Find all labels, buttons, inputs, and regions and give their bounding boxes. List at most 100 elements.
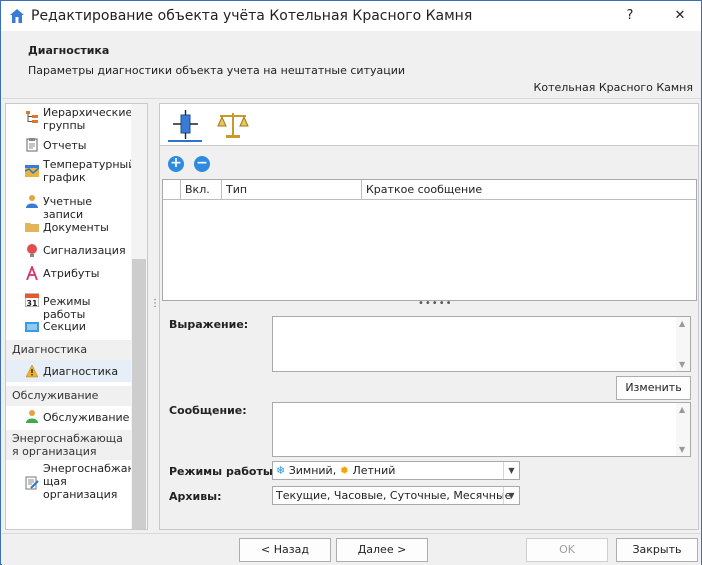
service-person-icon [26, 410, 38, 423]
sidebar-item-label: Диагностика [43, 365, 119, 378]
contract-icon [25, 476, 39, 490]
calendar-icon: 31 [25, 293, 39, 307]
back-button[interactable]: < Назад [239, 538, 331, 562]
page-subtitle: Параметры диагностики объекта учета на н… [28, 64, 406, 77]
report-icon [26, 138, 38, 152]
change-button[interactable]: Изменить [616, 376, 691, 400]
sidebar-item-label: Секции [43, 320, 86, 333]
sidebar-item-modes[interactable]: 31 Режимы работы [6, 292, 132, 321]
sidebar-scroll-thumb[interactable] [132, 259, 146, 529]
sidebar-item-label: Энергоснабжаю [43, 462, 137, 475]
add-icon[interactable]: + [168, 156, 184, 172]
help-button[interactable]: ? [615, 5, 645, 27]
page-title: Диагностика [28, 44, 110, 57]
diagnostics-table: Вкл. Тип Краткое сообщение [162, 179, 697, 301]
sidebar-item-label: Учетные записи [43, 195, 93, 221]
sidebar-item-label: график [43, 171, 86, 184]
sidebar-item-reports[interactable]: Отчеты [6, 138, 132, 154]
sidebar-item-documents[interactable]: Документы [6, 220, 132, 236]
sidebar-scrollbar[interactable] [131, 104, 147, 529]
message-scrollbar[interactable]: ▲ ▼ [676, 403, 690, 456]
warning-icon [25, 364, 39, 378]
sidebar-item-label: Атрибуты [43, 267, 100, 280]
sidebar-item-label: Режимы работы [43, 295, 91, 321]
home-icon [10, 9, 24, 23]
resize-grip[interactable]: ••••• [418, 299, 452, 309]
sidebar-group-diagnostics: Диагностика [6, 340, 132, 360]
close-window-button[interactable]: ✕ [665, 5, 695, 27]
sidebar-item-label: Сигнализация [43, 244, 126, 257]
sidebar-item-alarm[interactable]: Сигнализация [6, 243, 132, 259]
scroll-up-icon[interactable]: ▲ [679, 405, 685, 414]
archives-select[interactable]: Текущие, Часовые, Суточные, Месячные ▼ [272, 486, 520, 505]
object-name: Котельная Красного Камня [533, 81, 693, 94]
column-header-indicator[interactable] [163, 180, 181, 200]
modes-summer-value: Летний [352, 464, 396, 477]
modes-winter-value: Зимний, [288, 464, 337, 477]
sidebar-item-label: Иерархические [43, 106, 133, 119]
sidebar-item-label: Обслуживание [43, 411, 130, 424]
temperature-chart-icon [25, 165, 39, 177]
expression-field[interactable]: ▲ ▼ [272, 316, 691, 372]
user-icon [26, 195, 38, 208]
tab-balance[interactable] [216, 110, 250, 142]
scales-icon [217, 113, 249, 138]
sun-icon: ✹ [339, 464, 349, 477]
sidebar-item-energy[interactable]: Энергоснабжаю щая организация [6, 462, 137, 504]
archives-label: Архивы: [169, 490, 222, 503]
sidebar-item-service[interactable]: Обслуживание [6, 409, 132, 425]
sidebar-item-accounts[interactable]: Учетные записи [6, 194, 132, 221]
sidebar-group-service: Обслуживание [6, 386, 132, 406]
remove-icon[interactable]: − [194, 156, 210, 172]
hierarchy-icon [26, 111, 38, 123]
ok-button[interactable]: OK [526, 538, 608, 562]
sidebar-item-sections[interactable]: Секции [6, 319, 132, 335]
sidebar-item-label: группы [43, 119, 86, 132]
chevron-down-icon[interactable]: ▼ [503, 462, 519, 479]
page-header: Диагностика Параметры диагностики объект… [2, 31, 701, 99]
title-bar: Редактирование объекта учёта Котельная К… [1, 1, 701, 31]
expression-label: Выражение: [169, 318, 249, 331]
sidebar-item-label: организация [43, 488, 118, 501]
close-button[interactable]: Закрыть [616, 538, 698, 562]
sidebar: Иерархические группы Отчеты Температурны… [5, 103, 148, 530]
main-panel: + − Вкл. Тип Краткое сообщение ••••• Выр… [159, 103, 699, 530]
next-button[interactable]: Далее > [336, 538, 428, 562]
footer-bar: < Назад Далее > OK Закрыть [2, 533, 701, 565]
dialog-window: Редактирование объекта учёта Котельная К… [0, 0, 702, 565]
tab-strip [160, 104, 698, 146]
sidebar-item-attributes[interactable]: Атрибуты [6, 266, 132, 282]
window-title: Редактирование объекта учёта Котельная К… [31, 8, 473, 24]
message-field[interactable]: ▲ ▼ [272, 402, 691, 457]
section-icon [25, 322, 39, 332]
sidebar-item-label: щая [43, 475, 67, 488]
column-header-message[interactable]: Краткое сообщение [362, 180, 696, 200]
archives-value: Текущие, Часовые, Суточные, Месячные [276, 489, 512, 502]
column-header-type[interactable]: Тип [222, 180, 362, 200]
diagnostics-icon [173, 110, 198, 139]
attribute-icon [26, 266, 38, 280]
sidebar-item-label: Температурный [43, 158, 136, 171]
scroll-down-icon[interactable]: ▼ [679, 445, 685, 454]
message-label: Сообщение: [169, 404, 247, 417]
sidebar-item-label: Документы [43, 221, 109, 234]
snowflake-icon: ❄ [276, 464, 286, 477]
sidebar-item-temperature[interactable]: Температурный график [6, 158, 136, 186]
expression-scrollbar[interactable]: ▲ ▼ [676, 317, 690, 371]
sidebar-item-hierarchy[interactable]: Иерархические группы [6, 106, 132, 134]
scroll-up-icon[interactable]: ▲ [679, 319, 685, 328]
calendar-number: 31 [26, 299, 38, 307]
sidebar-group-label: я организация [12, 445, 97, 458]
sidebar-group-label: Энергоснабжающа [12, 432, 123, 445]
sidebar-item-diagnostics[interactable]: Диагностика [6, 360, 132, 382]
modes-label: Режимы работы: [169, 465, 278, 478]
table-header: Вкл. Тип Краткое сообщение [163, 180, 696, 200]
splitter-handle[interactable]: ⋮ [150, 299, 160, 321]
tab-diagnostics[interactable] [168, 110, 202, 142]
modes-select[interactable]: ❄ Зимний, ✹ Летний ▼ [272, 461, 520, 480]
sidebar-group-energy: Энергоснабжающа я организация [6, 430, 132, 460]
scroll-down-icon[interactable]: ▼ [679, 360, 685, 369]
chevron-down-icon[interactable]: ▼ [503, 487, 519, 504]
folder-icon [25, 223, 39, 232]
column-header-enabled[interactable]: Вкл. [181, 180, 222, 200]
